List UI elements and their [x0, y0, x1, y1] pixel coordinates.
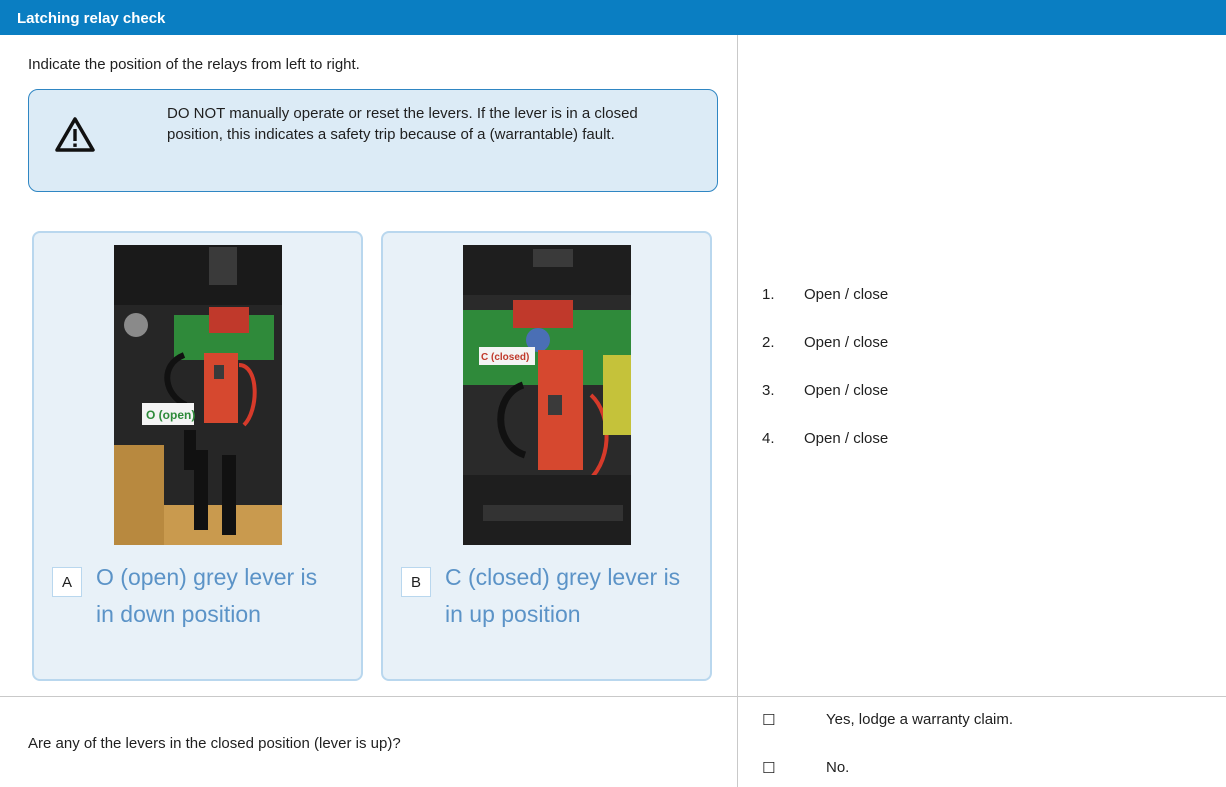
figure-caption-b: C (closed) grey lever is in up position [445, 564, 681, 627]
intro-text: Indicate the position of the relays from… [28, 56, 360, 73]
figure-b-card: C (closed) B C (closed) grey lever is in… [381, 231, 712, 681]
list-text: Open / close [804, 286, 889, 303]
list-text: Open / close [804, 334, 889, 351]
row-divider [0, 696, 1226, 697]
checkbox-no[interactable]: ☐ [762, 759, 826, 777]
figure-caption-a: O (open) grey lever is in down position [96, 564, 318, 627]
section-header: Latching relay check [0, 0, 1226, 35]
figure-a-card: O (open) A O (open) grey lever is in dow… [32, 231, 363, 681]
list-item: 4. Open / close [762, 430, 888, 478]
warning-text: DO NOT manually operate or reset the lev… [167, 105, 638, 143]
warning-callout: DO NOT manually operate or reset the lev… [28, 89, 718, 192]
list-item: 2. Open / close [762, 334, 888, 382]
column-divider [737, 35, 738, 787]
photo-label-closed: C (closed) [481, 352, 529, 363]
option-no[interactable]: ☐ No. [762, 759, 849, 777]
list-number: 1. [762, 286, 775, 303]
photo-label-open: O (open) [146, 408, 195, 422]
relay-open-photo: O (open) [114, 245, 282, 545]
list-text: Open / close [804, 430, 889, 447]
list-text: Open / close [804, 382, 889, 399]
list-number: 3. [762, 382, 775, 399]
option-yes[interactable]: ☐ Yes, lodge a warranty claim. [762, 711, 1013, 729]
warning-triangle-icon [55, 117, 95, 152]
list-item: 1. Open / close [762, 286, 888, 334]
list-item: 3. Open / close [762, 382, 888, 430]
relay-position-list: 1. Open / close 2. Open / close 3. Open … [762, 286, 888, 478]
checkbox-yes[interactable]: ☐ [762, 711, 826, 729]
relay-closed-photo: C (closed) [463, 245, 631, 545]
section-title: Latching relay check [17, 10, 166, 27]
option-yes-label: Yes, lodge a warranty claim. [826, 711, 1014, 728]
figure-letter-b: B [401, 567, 431, 597]
list-number: 2. [762, 334, 775, 351]
list-number: 4. [762, 430, 775, 447]
figure-letter-a: A [52, 567, 82, 597]
closed-lever-question: Are any of the levers in the closed posi… [28, 735, 401, 752]
option-no-label: No. [826, 759, 850, 776]
